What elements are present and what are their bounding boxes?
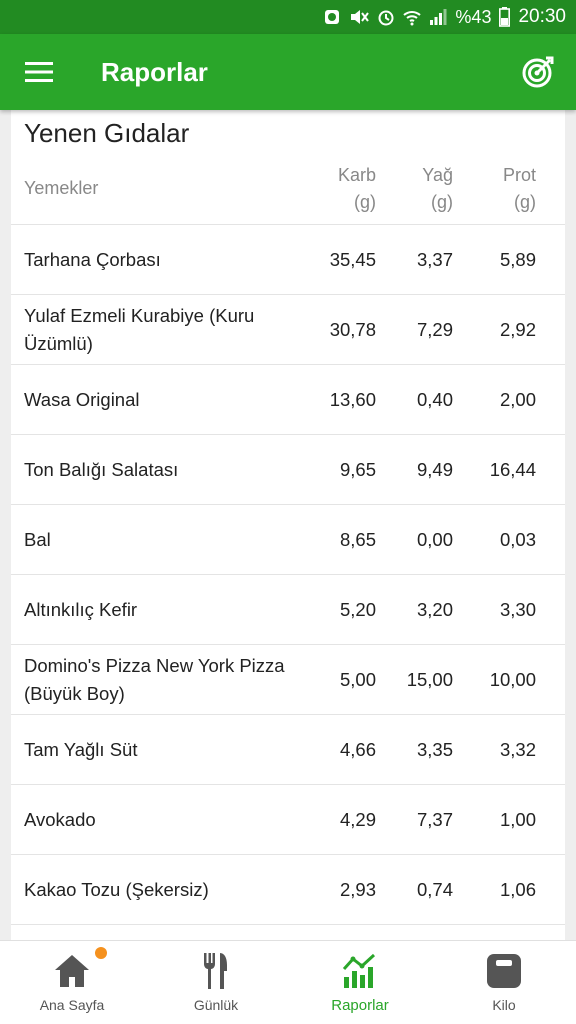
prot-value: 10,00	[489, 669, 536, 690]
carb-value: 13,60	[329, 389, 376, 410]
table-row[interactable]: Yulaf Ezmeli Kurabiye (Kuru Üzümlü) 30,78…	[11, 294, 565, 364]
chart-icon	[342, 953, 376, 988]
prot-value: 16,44	[489, 459, 536, 480]
table-row[interactable]: Avokado 4,29 7,37 1,00	[11, 784, 565, 854]
fat-value: 3,20	[416, 599, 453, 620]
table-row[interactable]: Ton Balığı Salatası 9,65 9,49 16,44	[11, 434, 565, 504]
signal-icon	[429, 8, 447, 26]
food-name: Domino's Pizza New York Pizza (Büyük Boy…	[24, 655, 285, 704]
carb-value: 8,65	[339, 529, 376, 550]
fat-value: 15,00	[406, 669, 453, 690]
food-name: Bal	[24, 529, 51, 550]
food-name: Altınkılıç Kefir	[24, 599, 138, 620]
carb-value: 35,45	[329, 249, 376, 270]
prot-value: 5,89	[499, 249, 536, 270]
fat-value: 3,37	[416, 249, 453, 270]
food-name: Avokado	[24, 809, 96, 830]
table-row[interactable]: Wasa Original 13,60 0,40 2,00	[11, 364, 565, 434]
fat-value: 0,74	[416, 879, 453, 900]
nav-reports-label: Raporlar	[331, 997, 389, 1014]
goal-button[interactable]	[500, 34, 576, 110]
nav-diary-label: Günlük	[193, 997, 239, 1013]
prot-value: 3,30	[499, 599, 536, 620]
battery-percent: %43	[455, 6, 492, 27]
nav-reports[interactable]: Raporlar	[288, 941, 432, 1024]
status-bar: %43 20:30	[0, 0, 576, 34]
column-fat: Yağ (g)	[422, 165, 453, 212]
prot-value: 1,06	[499, 879, 536, 900]
bottom-navigation: Ana Sayfa Günlük Raporlar Kilo	[0, 940, 576, 1024]
home-icon	[55, 955, 89, 987]
column-prot: Prot (g)	[502, 165, 536, 212]
nav-weight-label: Kilo	[492, 997, 516, 1013]
carb-value: 2,93	[339, 879, 376, 900]
nav-home-label: Ana Sayfa	[39, 997, 105, 1013]
nav-diary[interactable]: Günlük	[144, 941, 288, 1024]
prot-value: 2,00	[499, 389, 536, 410]
food-name: Wasa Original	[24, 389, 140, 410]
food-name: Ton Balığı Salatası	[24, 459, 179, 480]
table-row[interactable]: Tam Yağlı Süt 4,66 3,35 3,32	[11, 714, 565, 784]
table-row[interactable]: Tarhana Çorbası 35,45 3,37 5,89	[11, 224, 565, 294]
fat-value: 7,37	[416, 809, 453, 830]
carb-value: 4,29	[339, 809, 376, 830]
table-header: Yemekler Karb (g) Yağ (g) Prot (g)	[11, 162, 565, 224]
mute-icon	[349, 8, 370, 26]
prot-value: 2,92	[499, 319, 536, 340]
wifi-icon	[403, 8, 422, 26]
nav-weight[interactable]: Kilo	[432, 941, 576, 1024]
card-title: Yenen Gıdalar	[24, 118, 190, 148]
menu-button[interactable]	[0, 34, 78, 110]
fat-value: 3,35	[416, 739, 453, 760]
table-row[interactable]: Kakao Tozu (Şekersiz) 2,93 0,74 1,06	[11, 854, 565, 924]
fat-value: 7,29	[416, 319, 453, 340]
food-name: Kakao Tozu (Şekersiz)	[24, 879, 209, 900]
notification-badge	[95, 947, 107, 959]
column-foods: Yemekler	[24, 178, 99, 198]
prot-value: 3,32	[499, 739, 536, 760]
carb-value: 9,65	[339, 459, 376, 480]
food-name: Yulaf Ezmeli Kurabiye (Kuru Üzümlü)	[24, 305, 255, 354]
eaten-foods-card: Yenen Gıdalar Yemekler Karb (g) Yağ (g) …	[11, 110, 565, 940]
fat-value: 0,00	[416, 529, 453, 550]
food-name: Tam Yağlı Süt	[24, 739, 138, 760]
table-row[interactable]: Domino's Pizza New York Pizza (Büyük Boy…	[11, 644, 565, 714]
column-carb: Karb (g)	[337, 165, 376, 212]
target-icon	[522, 56, 554, 88]
table-row	[11, 924, 565, 940]
prot-value: 1,00	[499, 809, 536, 830]
app-bar: Raporlar	[0, 34, 576, 110]
scale-icon	[487, 954, 521, 988]
carb-value: 30,78	[329, 319, 376, 340]
clock-time: 20:30	[518, 6, 566, 27]
fat-value: 0,40	[416, 389, 453, 410]
table-row[interactable]: Bal 8,65 0,00 0,03	[11, 504, 565, 574]
alarm-clock-icon	[323, 8, 341, 26]
table-row[interactable]: Altınkılıç Kefir 5,20 3,20 3,30	[11, 574, 565, 644]
hamburger-menu-icon	[25, 62, 53, 82]
fork-knife-icon	[204, 953, 227, 989]
carb-value: 5,20	[339, 599, 376, 620]
page-title: Raporlar	[101, 56, 208, 87]
alarm-icon	[377, 8, 395, 26]
fat-value: 9,49	[416, 459, 453, 480]
food-name: Tarhana Çorbası	[24, 249, 161, 270]
battery-icon	[499, 7, 511, 27]
carb-value: 5,00	[339, 669, 376, 690]
nav-home[interactable]: Ana Sayfa	[0, 941, 144, 1024]
prot-value: 0,03	[499, 529, 536, 550]
carb-value: 4,66	[339, 739, 376, 760]
